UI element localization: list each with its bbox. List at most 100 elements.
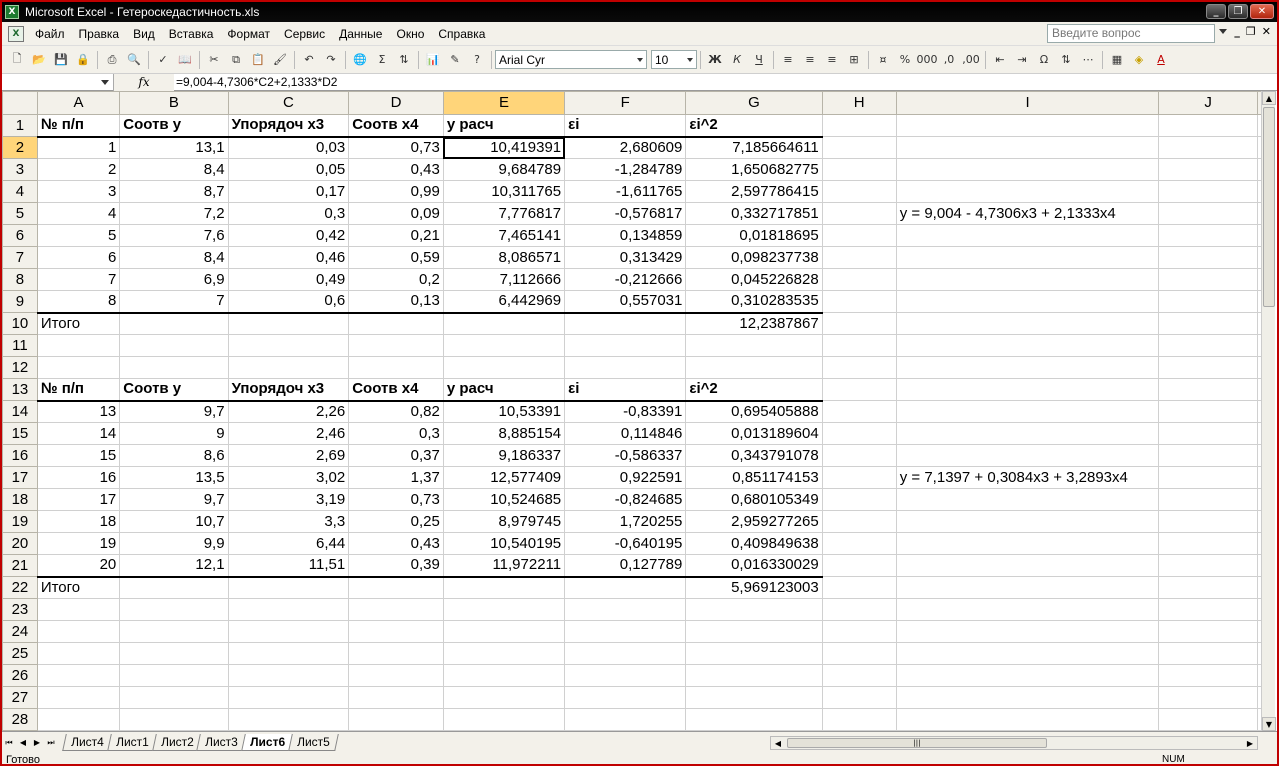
cell-f8[interactable]: -0,212666	[564, 268, 687, 291]
cell-f28[interactable]	[564, 708, 687, 731]
chart-wizard-icon[interactable]: 📊	[424, 51, 442, 69]
cell-e3[interactable]: 9,684789	[442, 158, 566, 181]
cell-a17[interactable]: 16	[36, 466, 121, 489]
format-painter-icon[interactable]: 🖌	[271, 51, 289, 69]
cell-e26[interactable]	[442, 664, 566, 687]
cell-i17[interactable]: y = 7,1397 + 0,3084x3 + 3,2893x4	[895, 466, 1160, 489]
cell-d13[interactable]: Соотв x4	[348, 378, 444, 402]
cell-d8[interactable]: 0,2	[348, 268, 444, 291]
column-header-g[interactable]: G	[685, 91, 823, 115]
cell-i13[interactable]	[895, 378, 1160, 401]
cell-b10[interactable]	[119, 312, 229, 335]
cell-d28[interactable]	[348, 708, 444, 731]
cell-c4[interactable]: 0,17	[227, 180, 350, 203]
cell-h24[interactable]	[821, 620, 897, 643]
increase-decimal-icon[interactable]: ,0	[940, 51, 958, 69]
cell-g1[interactable]: εi^2	[685, 114, 823, 138]
row-header[interactable]: 27	[2, 686, 38, 709]
cell-g24[interactable]	[685, 620, 823, 643]
cell-j11[interactable]	[1158, 334, 1258, 357]
cell-g27[interactable]	[685, 686, 823, 709]
cell-g22[interactable]: 5,969123003	[685, 576, 823, 599]
cell-j26[interactable]	[1158, 664, 1258, 687]
cell-d11[interactable]	[348, 334, 444, 357]
cell-c12[interactable]	[227, 356, 350, 379]
restore-button[interactable]: ❐	[1228, 4, 1248, 19]
cell-h18[interactable]	[821, 488, 897, 511]
cell-c24[interactable]	[227, 620, 350, 643]
cell-f3[interactable]: -1,284789	[564, 158, 687, 181]
cell-h23[interactable]	[821, 598, 897, 621]
cell-h21[interactable]	[821, 554, 897, 577]
cell-e16[interactable]: 9,186337	[442, 444, 566, 467]
close-button[interactable]: ✕	[1250, 4, 1274, 19]
cell-g23[interactable]	[685, 598, 823, 621]
cell-a1[interactable]: № п/п	[36, 114, 121, 138]
cell-a19[interactable]: 18	[36, 510, 121, 533]
cell-b3[interactable]: 8,4	[119, 158, 229, 181]
cell-f26[interactable]	[564, 664, 687, 687]
menu-edit[interactable]: Правка	[72, 27, 127, 41]
scroll-thumb[interactable]	[1263, 107, 1275, 307]
drawing-icon[interactable]: ✎	[446, 51, 464, 69]
cell-d21[interactable]: 0,39	[348, 554, 444, 578]
menu-view[interactable]: Вид	[126, 27, 162, 41]
cell-i18[interactable]	[895, 488, 1160, 511]
percent-icon[interactable]: %	[896, 51, 914, 69]
cell-a25[interactable]	[36, 642, 121, 665]
cell-f18[interactable]: -0,824685	[564, 488, 687, 511]
cell-j9[interactable]	[1158, 290, 1258, 313]
cell-c20[interactable]: 6,44	[227, 532, 350, 555]
cell-h1[interactable]	[821, 114, 897, 137]
cell-b11[interactable]	[119, 334, 229, 357]
cell-e14[interactable]: 10,53391	[442, 400, 566, 423]
cell-e4[interactable]: 10,311765	[442, 180, 566, 203]
cell-e8[interactable]: 7,112666	[442, 268, 566, 291]
cell-a12[interactable]	[36, 356, 121, 379]
cell-b14[interactable]: 9,7	[119, 400, 229, 423]
cell-h9[interactable]	[821, 290, 897, 313]
cell-d7[interactable]: 0,59	[348, 246, 444, 269]
cell-c16[interactable]: 2,69	[227, 444, 350, 467]
cell-h15[interactable]	[821, 422, 897, 445]
cell-f24[interactable]	[564, 620, 687, 643]
cell-f20[interactable]: -0,640195	[564, 532, 687, 555]
cell-h27[interactable]	[821, 686, 897, 709]
row-header[interactable]: 3	[2, 158, 38, 181]
cell-c1[interactable]: Упорядоч x3	[227, 114, 350, 138]
sort-ascending-icon[interactable]: ⇅	[395, 51, 413, 69]
cell-b7[interactable]: 8,4	[119, 246, 229, 269]
cell-e28[interactable]	[442, 708, 566, 731]
row-header[interactable]: 9	[2, 290, 38, 313]
print-preview-icon[interactable]: 🔍	[125, 51, 143, 69]
row-header[interactable]: 26	[2, 664, 38, 687]
minimize-button[interactable]: _	[1206, 4, 1226, 19]
cell-a22[interactable]: Итого	[36, 576, 121, 599]
cell-b24[interactable]	[119, 620, 229, 643]
cell-g9[interactable]: 0,310283535	[685, 290, 823, 314]
cell-b22[interactable]	[119, 576, 229, 599]
cell-g11[interactable]	[685, 334, 823, 357]
cell-j28[interactable]	[1158, 708, 1258, 731]
cell-e17[interactable]: 12,577409	[442, 466, 566, 489]
cell-i3[interactable]	[895, 158, 1160, 181]
select-all-corner[interactable]	[2, 91, 38, 115]
menu-window[interactable]: Окно	[389, 27, 431, 41]
row-header[interactable]: 13	[2, 378, 38, 401]
cell-b13[interactable]: Соотв y	[119, 378, 229, 402]
decrease-decimal-icon[interactable]: ,00	[962, 51, 980, 69]
column-header-d[interactable]: D	[348, 91, 444, 115]
cell-h16[interactable]	[821, 444, 897, 467]
cell-c10[interactable]	[227, 312, 350, 335]
row-header[interactable]: 14	[2, 400, 38, 423]
cell-a13[interactable]: № п/п	[36, 378, 121, 402]
permission-icon[interactable]: 🔒	[74, 51, 92, 69]
align-left-icon[interactable]: ≡	[779, 51, 797, 69]
prev-sheet-icon[interactable]: ◀	[17, 736, 29, 750]
cell-h7[interactable]	[821, 246, 897, 269]
sheet-tab[interactable]: Лист6	[241, 734, 294, 751]
hyperlink-icon[interactable]: 🌐	[351, 51, 369, 69]
cell-e24[interactable]	[442, 620, 566, 643]
cell-i23[interactable]	[895, 598, 1160, 621]
row-header[interactable]: 23	[2, 598, 38, 621]
